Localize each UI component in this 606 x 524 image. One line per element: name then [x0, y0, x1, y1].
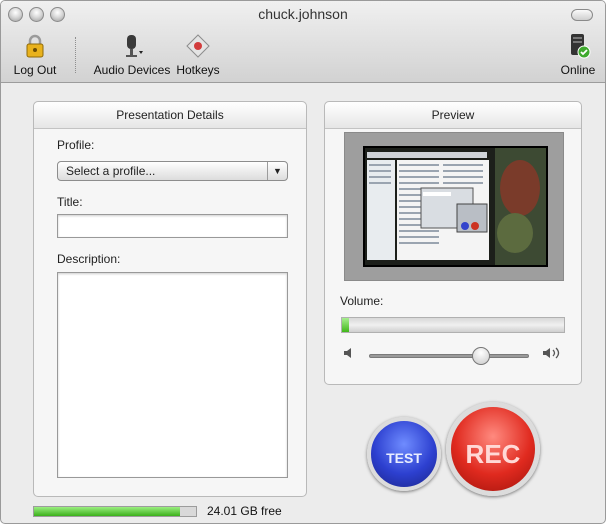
logout-label: Log Out [13, 63, 57, 77]
title-field[interactable] [57, 214, 288, 238]
toolbar-separator [75, 37, 76, 73]
toolbar-toggle-button[interactable] [571, 9, 593, 21]
description-field[interactable] [57, 272, 288, 478]
test-button[interactable]: TEST [367, 417, 441, 491]
chevron-down-icon: ▼ [267, 162, 287, 180]
input-level-meter [341, 317, 565, 333]
server-online-icon [564, 33, 592, 59]
presentation-details-panel: Presentation Details Profile: Select a p… [33, 101, 307, 497]
speaker-high-icon [541, 346, 563, 363]
volume-slider-knob[interactable] [472, 347, 490, 365]
padlock-icon [21, 33, 49, 59]
microphone-icon [118, 33, 146, 59]
title-label: Title: [57, 195, 83, 209]
online-status-button[interactable]: Online [555, 33, 601, 77]
profile-select[interactable]: Select a profile... ▼ [57, 161, 288, 181]
description-label: Description: [57, 252, 121, 266]
hotkeys-label: Hotkeys [176, 63, 220, 77]
disk-space-bar [33, 506, 197, 517]
profile-label: Profile: [57, 138, 95, 152]
audio-devices-label: Audio Devices [93, 63, 171, 77]
window-title: chuck.johnson [258, 6, 348, 22]
online-label: Online [560, 63, 596, 77]
profile-select-value: Select a profile... [66, 164, 156, 178]
audio-devices-button[interactable]: Audio Devices [87, 33, 177, 77]
disk-free-text: 24.01 GB free [207, 504, 282, 518]
disk-space-fill [34, 507, 180, 516]
title-toolbar-bar: chuck.johnson Log Out Audio Devices Hotk… [1, 1, 605, 83]
input-level-fill [342, 318, 349, 332]
speaker-low-icon [342, 346, 356, 363]
record-button[interactable]: REC [446, 402, 540, 496]
hotkeys-button[interactable]: Hotkeys [172, 33, 224, 77]
desktop-thumbnail [363, 146, 548, 267]
preview-panel: Preview Volume: [324, 101, 582, 385]
diamond-key-icon [184, 33, 212, 59]
presentation-details-heading: Presentation Details [34, 102, 306, 129]
logout-button[interactable]: Log Out [7, 33, 63, 77]
volume-slider-track[interactable] [369, 354, 529, 358]
preview-heading: Preview [325, 102, 581, 129]
app-window: chuck.johnson Log Out Audio Devices Hotk… [0, 0, 606, 524]
volume-label: Volume: [340, 294, 384, 308]
screen-preview [344, 132, 564, 281]
